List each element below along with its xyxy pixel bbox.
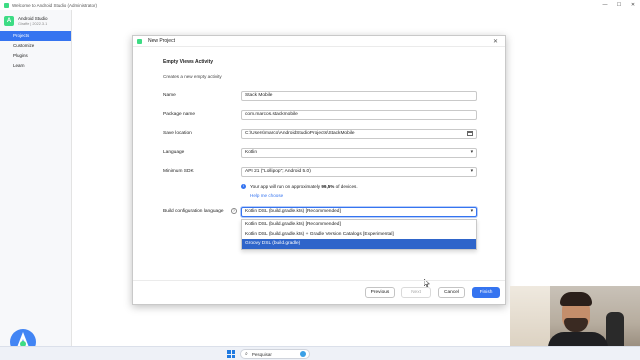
- save-location-field[interactable]: C:\Users\marco\AndroidStudioProjects\Sta…: [241, 129, 477, 139]
- template-heading: Empty Views Activity: [163, 59, 214, 65]
- language-select[interactable]: Kotlin ▾: [241, 148, 477, 158]
- help-me-choose-link[interactable]: Help me choose: [250, 193, 283, 198]
- chevron-down-icon: ▾: [470, 169, 473, 174]
- device-coverage-text: Your app will run on approximately 99,5%…: [250, 184, 358, 189]
- taskbar-search[interactable]: ⌕ Pesquisar: [240, 349, 310, 359]
- sidebar-item-projects[interactable]: Projects: [0, 31, 71, 41]
- taskbar: ⌕ Pesquisar: [0, 346, 640, 360]
- help-icon[interactable]: ?: [231, 208, 237, 214]
- minimum-sdk-label: Minimum SDK: [163, 169, 194, 174]
- app-name: Android Studio: [18, 16, 48, 21]
- dialog-title: New Project: [148, 38, 175, 44]
- minimize-button[interactable]: —: [598, 0, 612, 10]
- finish-button[interactable]: Finish: [472, 287, 500, 298]
- window-title: Welcome to Android Studio (Administrator…: [12, 2, 97, 8]
- dialog-titlebar: New Project: [133, 36, 505, 47]
- chevron-down-icon: ▾: [470, 209, 473, 214]
- welcome-sidebar: A Android Studio Giraffe | 2022.3.1 Proj…: [0, 10, 72, 346]
- window-controls: — ☐ ✕: [598, 0, 640, 10]
- save-location-value: C:\Users\marco\AndroidStudioProjects\Sta…: [245, 131, 355, 136]
- package-name-label: Package name: [163, 112, 195, 117]
- new-project-dialog: New Project ✕ Empty Views Activity Creat…: [132, 35, 506, 305]
- build-config-label: Build configuration language: [163, 209, 224, 214]
- dropdown-option[interactable]: Kotlin DSL (build.gradle.kts) + Gradle V…: [242, 230, 476, 240]
- taskbar-search-placeholder: Pesquisar: [251, 351, 272, 357]
- save-location-label: Save location: [163, 131, 192, 136]
- cancel-button[interactable]: Cancel: [438, 287, 465, 298]
- android-studio-icon: [137, 38, 142, 44]
- app-version: Giraffe | 2022.3.1: [18, 22, 48, 26]
- window-titlebar: Welcome to Android Studio (Administrator…: [0, 0, 640, 10]
- template-description: Creates a new empty activity: [163, 74, 222, 79]
- search-highlight-icon: [300, 351, 306, 357]
- dropdown-option[interactable]: Kotlin DSL (build.gradle.kts) [Recommend…: [242, 220, 476, 230]
- chevron-down-icon: ▾: [470, 150, 473, 155]
- maximize-button[interactable]: ☐: [612, 0, 626, 10]
- close-window-button[interactable]: ✕: [626, 0, 640, 10]
- build-config-dropdown: Kotlin DSL (build.gradle.kts) [Recommend…: [241, 219, 477, 250]
- folder-icon[interactable]: [467, 131, 473, 136]
- package-name-field[interactable]: com.marcos.stackmobile: [241, 110, 477, 120]
- sidebar-item-plugins[interactable]: Plugins: [0, 51, 71, 61]
- name-field[interactable]: Stack Mobile: [241, 91, 477, 101]
- previous-button[interactable]: Previous: [365, 287, 395, 298]
- minimum-sdk-value: API 21 ("Lollipop"; Android 5.0): [245, 169, 311, 174]
- dialog-footer: Previous Next Cancel Finish: [133, 280, 505, 304]
- android-studio-icon: [4, 2, 9, 8]
- name-label: Name: [163, 93, 176, 98]
- info-icon: i: [241, 184, 246, 189]
- language-label: Language: [163, 150, 185, 155]
- sidebar-item-customize[interactable]: Customize: [0, 41, 71, 51]
- dropdown-option-selected[interactable]: Groovy DSL (build.gradle): [242, 239, 476, 249]
- build-config-select[interactable]: Kotlin DSL (build.gradle.kts) [Recommend…: [241, 207, 477, 217]
- windows-start-icon[interactable]: [227, 350, 235, 358]
- android-studio-logo-icon: A: [4, 16, 14, 26]
- minimum-sdk-select[interactable]: API 21 ("Lollipop"; Android 5.0) ▾: [241, 167, 477, 177]
- next-button[interactable]: Next: [401, 287, 431, 298]
- device-coverage-info: i Your app will run on approximately 99,…: [241, 184, 358, 189]
- build-config-value: Kotlin DSL (build.gradle.kts) [Recommend…: [245, 209, 341, 214]
- close-icon[interactable]: ✕: [493, 38, 498, 45]
- sidebar-header: A Android Studio Giraffe | 2022.3.1: [0, 10, 71, 31]
- search-icon: ⌕: [245, 351, 248, 357]
- sidebar-item-learn[interactable]: Learn: [0, 61, 71, 71]
- language-value: Kotlin: [245, 150, 257, 155]
